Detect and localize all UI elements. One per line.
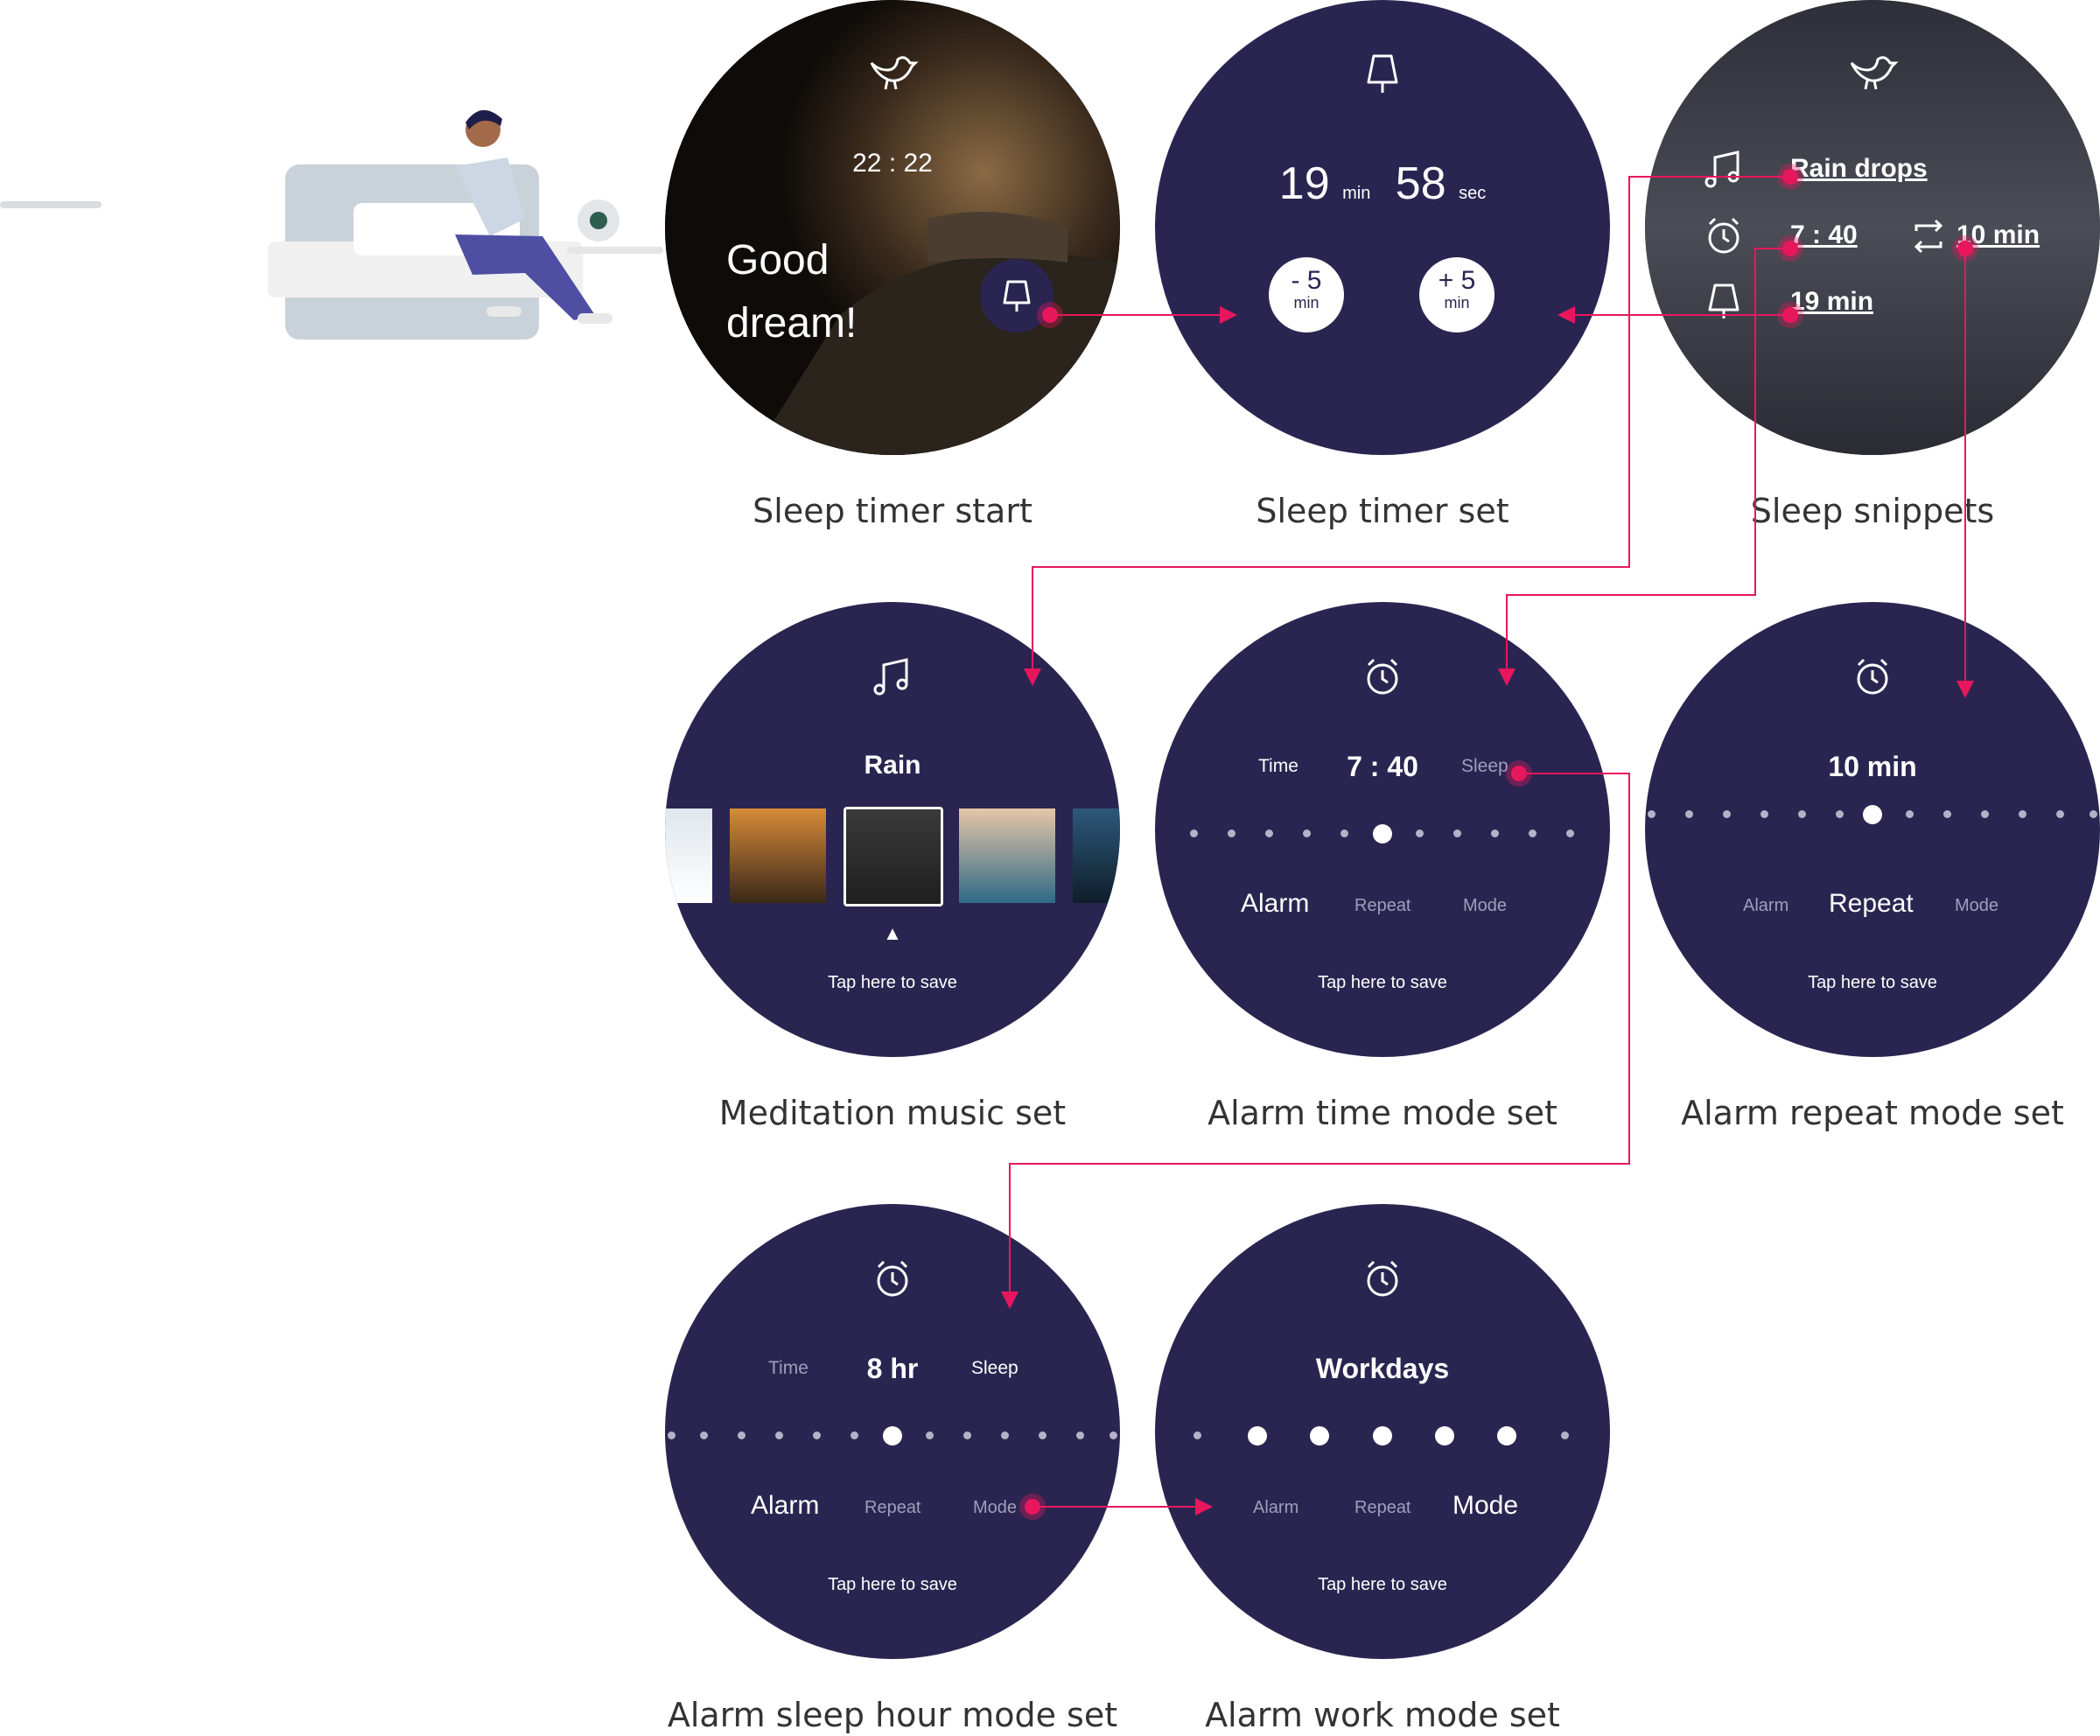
screen-alarm-work-mode-set: Workdays Alarm Repeat Mode Tap here to s… bbox=[1155, 1204, 1610, 1659]
sleep-timer-button[interactable] bbox=[980, 259, 1054, 332]
music-thumb-sea[interactable] bbox=[959, 808, 1055, 903]
caption-alarm-work-mode-set: Alarm work mode set bbox=[1205, 1696, 1560, 1734]
mode-alarm-tab[interactable]: Alarm bbox=[751, 1491, 819, 1521]
screen-meditation-music-set: Rain ▲ Tap here to save bbox=[665, 602, 1120, 1057]
bird-icon bbox=[870, 56, 919, 90]
snippet-timer-link[interactable]: 19 min bbox=[1790, 287, 1873, 317]
sleep-link-dot bbox=[1511, 766, 1527, 781]
alarm-clock-icon bbox=[877, 1260, 908, 1297]
clock-time: 22 : 22 bbox=[852, 149, 933, 178]
snippet-alarm-link[interactable]: 7 : 40 bbox=[1790, 220, 1858, 250]
bell-icon bbox=[1003, 280, 1031, 312]
greeting-line-1: Good bbox=[726, 237, 830, 284]
save-button[interactable]: Tap here to save bbox=[665, 973, 1120, 993]
alarm-clock-icon bbox=[1367, 1260, 1398, 1297]
screen-sleep-timer-set: 19 min 58 sec - 5 min + 5 min bbox=[1155, 0, 1610, 455]
mode-mode-tab[interactable]: Mode bbox=[1955, 896, 1998, 916]
music-thumb-rain-selected[interactable] bbox=[844, 807, 943, 906]
mode-repeat-tab[interactable]: Repeat bbox=[1829, 889, 1914, 919]
caption-alarm-repeat-mode-set: Alarm repeat mode set bbox=[1681, 1094, 2064, 1132]
minus-unit: min bbox=[1293, 294, 1320, 312]
time-slider[interactable] bbox=[1155, 824, 1610, 844]
workdays-selector[interactable] bbox=[1155, 1426, 1610, 1446]
alarm-link-dot bbox=[1782, 241, 1798, 256]
timer-min-unit: min bbox=[1342, 184, 1371, 203]
music-link-dot bbox=[1782, 169, 1798, 185]
timer-minutes: 19 bbox=[1278, 158, 1330, 209]
timer-readout: 19 min 58 sec bbox=[1155, 158, 1610, 210]
repeat-icon bbox=[1914, 219, 1943, 254]
music-note-icon bbox=[1704, 150, 1740, 188]
bell-icon bbox=[1708, 284, 1740, 318]
screen-alarm-sleep-hour-mode-set: Time 8 hr Sleep Alarm Repeat Mode Tap he… bbox=[665, 1204, 1120, 1659]
caption-sleep-snippets: Sleep snippets bbox=[1750, 492, 1995, 530]
plus-value: + 5 bbox=[1438, 266, 1476, 295]
selection-caret-icon: ▲ bbox=[883, 922, 902, 944]
plus-unit: min bbox=[1444, 294, 1470, 312]
greeting-line-2: dream! bbox=[726, 300, 858, 346]
bird-icon bbox=[1850, 56, 1899, 90]
timer-link-dot bbox=[1782, 307, 1798, 323]
tab-sleep[interactable]: Sleep bbox=[1461, 756, 1508, 777]
mode-mode-tab[interactable]: Mode bbox=[1452, 1491, 1518, 1521]
save-button[interactable]: Tap here to save bbox=[1645, 973, 2100, 993]
minus-5-button[interactable]: - 5 min bbox=[1269, 257, 1344, 332]
music-title: Rain bbox=[864, 751, 921, 780]
save-button[interactable]: Tap here to save bbox=[1155, 1575, 1610, 1595]
snippet-music-link[interactable]: Rain drops bbox=[1790, 154, 1928, 184]
repeat-slider[interactable] bbox=[1645, 805, 2100, 824]
mode-repeat-tab[interactable]: Repeat bbox=[864, 1498, 921, 1518]
alarm-time-value: 7 : 40 bbox=[1347, 751, 1418, 782]
mode-repeat-tab[interactable]: Repeat bbox=[1354, 1498, 1411, 1518]
slider-thumb[interactable] bbox=[1863, 805, 1882, 824]
music-thumb-dandelion[interactable] bbox=[730, 808, 826, 903]
repeat-link-dot bbox=[1957, 241, 1973, 256]
music-thumb-night[interactable] bbox=[1073, 808, 1120, 903]
timer-sec-unit: sec bbox=[1459, 184, 1487, 203]
bell-icon bbox=[1367, 54, 1398, 93]
slider-thumb[interactable] bbox=[883, 1426, 902, 1446]
alarm-clock-icon bbox=[1367, 658, 1398, 695]
sleep-hours-value: 8 hr bbox=[866, 1353, 919, 1384]
mode-link-dot bbox=[1025, 1499, 1040, 1515]
mode-alarm-tab[interactable]: Alarm bbox=[1241, 889, 1309, 919]
slider-thumb[interactable] bbox=[1373, 824, 1392, 844]
save-button[interactable]: Tap here to save bbox=[1155, 973, 1610, 993]
mode-repeat-tab[interactable]: Repeat bbox=[1354, 896, 1411, 916]
plus-5-button[interactable]: + 5 min bbox=[1419, 257, 1494, 332]
screen-sleep-timer-start: 22 : 22 Good dream! bbox=[665, 0, 1120, 455]
hero-illustration bbox=[0, 88, 665, 350]
music-note-icon bbox=[873, 658, 908, 696]
screen-alarm-repeat-mode-set: 10 min Alarm Repeat Mode Tap here to sav… bbox=[1645, 602, 2100, 1057]
screen-sleep-snippets: Rain drops 7 : 40 10 min 19 min bbox=[1645, 0, 2100, 455]
timer-seconds: 58 bbox=[1395, 158, 1446, 209]
mode-mode-tab[interactable]: Mode bbox=[973, 1498, 1017, 1518]
screen-alarm-time-mode-set: Time 7 : 40 Sleep Alarm Repeat Mode Tap … bbox=[1155, 602, 1610, 1057]
minus-value: - 5 bbox=[1291, 266, 1322, 295]
alarm-clock-icon bbox=[1708, 217, 1740, 254]
tab-sleep[interactable]: Sleep bbox=[971, 1358, 1018, 1379]
hours-slider[interactable] bbox=[665, 1426, 1120, 1446]
work-mode-value: Workdays bbox=[1315, 1353, 1450, 1384]
mode-alarm-tab[interactable]: Alarm bbox=[1743, 896, 1788, 916]
repeat-interval-value: 10 min bbox=[1828, 751, 1917, 782]
mode-mode-tab[interactable]: Mode bbox=[1463, 896, 1507, 916]
music-thumb-snow[interactable] bbox=[665, 808, 712, 903]
mode-alarm-tab[interactable]: Alarm bbox=[1253, 1498, 1298, 1518]
start-link-dot bbox=[1042, 307, 1058, 323]
alarm-clock-icon bbox=[1857, 658, 1888, 695]
save-button[interactable]: Tap here to save bbox=[665, 1575, 1120, 1595]
